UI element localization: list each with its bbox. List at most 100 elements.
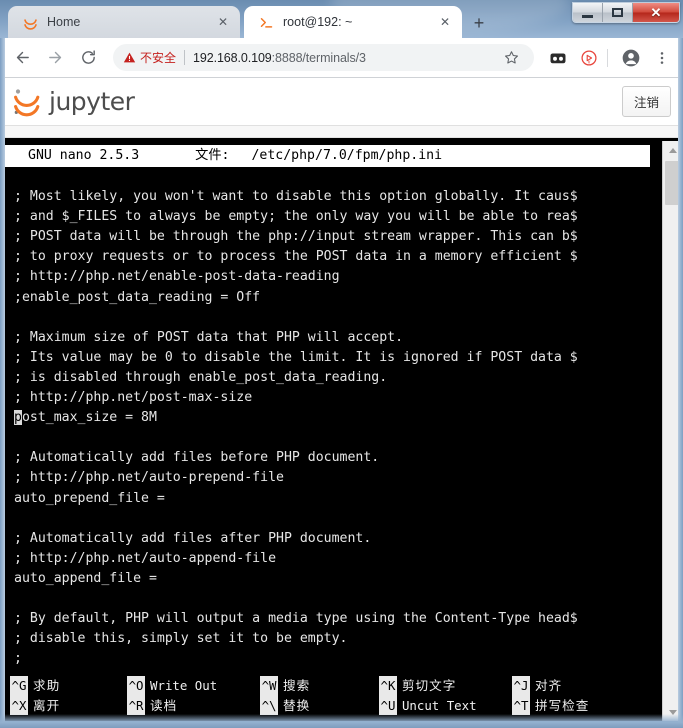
address-bar[interactable]: 不安全 192.168.0.109:8888/terminals/3 <box>113 44 534 71</box>
shortcut-key: ^O <box>127 676 146 696</box>
editor-line: ; http://php.net/post-max-size <box>14 390 253 406</box>
profile-avatar-icon[interactable] <box>618 45 644 71</box>
jupyter-subbar <box>0 126 683 138</box>
tab-strip: Home ✕ root@192: ~ ✕ + ✕ <box>0 0 683 38</box>
forward-button[interactable] <box>41 44 69 72</box>
shortcut-label: 替换 <box>283 697 311 713</box>
shortcut-item[interactable]: ^O Write Out <box>127 676 254 696</box>
shortcut-column: ^K 剪切文字 ^U Uncut Text <box>378 676 506 715</box>
text-cursor: p <box>14 410 22 426</box>
url-path: :8888/terminals/3 <box>271 50 366 65</box>
close-icon: ✕ <box>650 4 662 20</box>
shortcut-column: ^W 搜索 ^\ 替换 <box>260 676 373 715</box>
shortcut-key: ^X <box>10 695 28 715</box>
new-tab-button[interactable]: + <box>465 10 493 37</box>
shortcut-item[interactable]: ^X 离开 <box>10 695 121 715</box>
bookmark-star-icon[interactable] <box>498 44 524 71</box>
omnibox-separator <box>184 50 186 65</box>
extension-icon[interactable] <box>545 45 571 71</box>
jupyter-icon <box>22 14 38 30</box>
shortcut-key: ^K <box>378 676 397 696</box>
shortcut-label: 剪切文字 <box>401 678 457 693</box>
shortcut-label: 求助 <box>33 678 61 693</box>
shortcut-item[interactable]: ^J 对齐 <box>511 676 639 696</box>
editor-line: ; http://php.net/auto-prepend-file <box>14 470 284 486</box>
shortcut-label: 搜索 <box>283 678 311 693</box>
nano-editor-buffer[interactable]: ; Most likely, you won't want to disable… <box>0 167 662 721</box>
shortcut-label: 对齐 <box>534 678 563 693</box>
chevron-down-icon <box>669 709 677 715</box>
nano-file-path: /etc/php/7.0/fpm/php.ini <box>251 148 443 163</box>
editor-line: ; Automatically add files before PHP doc… <box>14 450 380 466</box>
nano-title-bar: GNU nano 2.5.3 文件: /etc/php/7.0/fpm/php.… <box>2 145 650 167</box>
editor-line: ; Most likely, you won't want to disable… <box>14 189 578 205</box>
logout-button[interactable]: 注销 <box>621 86 671 117</box>
shortcut-item[interactable]: ^G 求助 <box>10 676 121 696</box>
tab-title: Home <box>47 15 81 29</box>
shortcut-key: ^J <box>511 676 530 696</box>
editor-line: ; Its value may be 0 to disable the limi… <box>14 349 578 365</box>
shortcut-column: ^G 求助 ^X 离开 <box>10 676 121 715</box>
editor-line: ;enable_post_data_reading = Off <box>14 289 261 305</box>
close-window-button[interactable]: ✕ <box>633 3 679 22</box>
editor-line: ; Automatically add files after PHP docu… <box>14 530 372 546</box>
browser-window: Home ✕ root@192: ~ ✕ + ✕ 不安全 192.168.0.1… <box>0 0 683 728</box>
maximize-button[interactable] <box>603 3 633 22</box>
editor-line: ; disable this, simply set it to be empt… <box>14 631 348 647</box>
editor-line: ; to proxy requests or to process the PO… <box>14 249 578 265</box>
shortcut-column: ^J 对齐 ^T 拼写检查 <box>511 676 639 715</box>
tab-home[interactable]: Home ✕ <box>8 6 240 38</box>
svg-text:v: v <box>588 59 591 65</box>
close-icon[interactable]: ✕ <box>214 13 232 31</box>
window-controls: ✕ <box>572 2 680 23</box>
close-icon[interactable]: ✕ <box>436 13 454 31</box>
warning-triangle-icon <box>123 51 136 64</box>
security-status[interactable]: 不安全 <box>123 49 176 66</box>
shortcut-key: ^W <box>260 676 279 696</box>
shortcut-label: 离开 <box>33 697 61 713</box>
window-right-edge <box>678 38 683 728</box>
shortcut-column: ^O Write Out ^R 读档 <box>127 676 254 715</box>
url-host: 192.168.0.109 <box>193 50 272 65</box>
shortcut-item[interactable]: ^R 读档 <box>127 695 254 715</box>
terminal-area[interactable]: GNU nano 2.5.3 文件: /etc/php/7.0/fpm/php.… <box>0 138 683 721</box>
reload-button[interactable] <box>74 44 102 72</box>
editor-line: ; http://php.net/auto-append-file <box>14 550 277 566</box>
jupyter-logo[interactable]: jupyter <box>12 86 135 118</box>
jupyter-logo-text: jupyter <box>49 87 135 116</box>
terminal-prompt-icon <box>258 14 274 30</box>
maximize-icon <box>612 8 623 17</box>
editor-line: ; POST data will be through the php://in… <box>14 229 578 245</box>
line-text: ost_max_size = 8M <box>21 410 157 426</box>
window-left-edge <box>0 38 5 728</box>
editor-line: post_max_size = 8M <box>14 408 662 428</box>
nano-app-name: GNU nano 2.5.3 <box>28 148 140 163</box>
shortcut-label: Uncut Text <box>401 697 477 713</box>
shortcut-label: 读档 <box>150 697 178 713</box>
browser-toolbar: 不安全 192.168.0.109:8888/terminals/3 v <box>0 38 683 78</box>
tab-list: Home ✕ root@192: ~ ✕ + <box>8 6 493 38</box>
minimize-button[interactable] <box>573 3 603 22</box>
shortcut-item[interactable]: ^U Uncut Text <box>378 695 506 715</box>
recorder-icon[interactable]: v <box>576 45 602 71</box>
editor-line: ; By default, PHP will output a media ty… <box>14 611 578 627</box>
tab-terminal[interactable]: root@192: ~ ✕ <box>244 6 462 38</box>
nano-shortcut-bar: ^G 求助 ^X 离开 ^O Write Out ^R 读档 ^W 搜索 ^\ 替换 ^K 剪切文字 ^U U… <box>0 672 645 721</box>
editor-line: ; is disabled through enable_post_data_r… <box>14 369 388 385</box>
editor-line: auto_append_file = <box>14 570 157 586</box>
menu-kebab-icon[interactable] <box>649 45 675 71</box>
shortcut-key: ^T <box>511 695 530 715</box>
jupyter-header: jupyter 注销 <box>0 78 683 126</box>
shortcut-label: Write Out <box>150 678 218 693</box>
back-button[interactable] <box>8 44 36 72</box>
shortcut-item[interactable]: ^T 拼写检查 <box>511 695 639 715</box>
toolbar-separator <box>607 48 608 67</box>
shortcut-item[interactable]: ^W 搜索 <box>260 676 373 696</box>
jupyter-logo-icon <box>14 88 40 116</box>
security-label: 不安全 <box>140 51 177 65</box>
shortcut-item[interactable]: ^K 剪切文字 <box>378 676 506 696</box>
shortcut-item[interactable]: ^\ 替换 <box>260 695 373 715</box>
